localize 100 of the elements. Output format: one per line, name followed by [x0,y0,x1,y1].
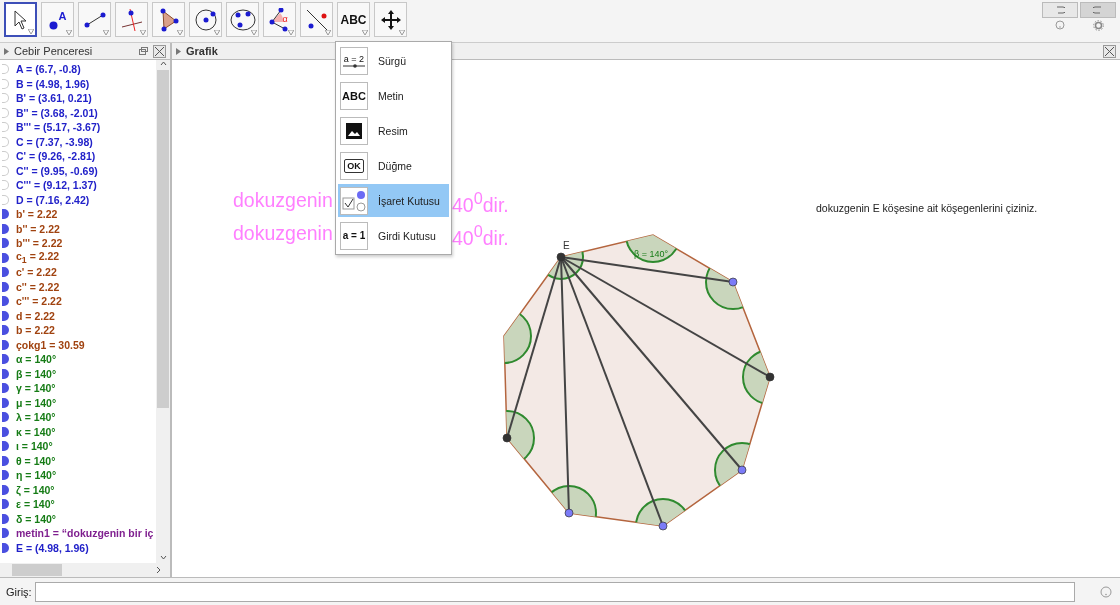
algebra-entry[interactable]: γ = 140° [16,382,56,395]
algebra-entry[interactable]: κ = 140° [16,425,56,438]
algebra-entry[interactable]: b''' = 2.22 [16,237,63,250]
caret-icon[interactable] [103,30,109,35]
visibility-toggle[interactable] [2,542,9,553]
panel-title: Grafik [186,45,218,57]
close-icon[interactable] [1103,44,1116,58]
algebra-entry[interactable]: c''' = 2.22 [16,295,62,308]
menu-item[interactable]: ABC Metin [338,79,449,112]
settings-icon[interactable] [1092,20,1104,31]
tool-button[interactable]: A [41,2,74,37]
point[interactable] [728,277,738,287]
caret-icon[interactable] [140,30,146,35]
visibility-toggle[interactable] [2,368,9,379]
algebra-entry[interactable]: ε = 140° [16,498,55,511]
visibility-toggle[interactable] [2,455,9,466]
menu-item[interactable]: İşaret Kutusu [338,184,449,217]
caret-icon[interactable] [66,30,72,35]
expand-icon[interactable] [176,47,181,55]
algebra-entry[interactable]: μ = 140° [16,396,57,409]
visibility-toggle[interactable] [2,267,9,278]
algebra-entry[interactable]: B = (4.98, 1.96) [16,77,90,90]
menu-item[interactable]: a = 1 Girdi Kutusu [338,219,449,252]
algebra-entry[interactable]: çokg1 = 30.59 [16,338,85,351]
visibility-toggle[interactable] [2,441,9,452]
algebra-entry[interactable]: C = (7.37, -3.98) [16,135,93,148]
visibility-toggle[interactable] [2,223,9,234]
algebra-entry[interactable]: η = 140° [16,469,57,482]
algebra-entry[interactable]: A = (6.7, -0.8) [16,63,81,76]
algebra-entry[interactable]: θ = 140° [16,454,56,467]
visibility-toggle[interactable] [2,310,9,321]
horizontal-scrollbar[interactable] [0,563,170,577]
expand-icon[interactable] [4,47,9,55]
algebra-entry[interactable]: C''' = (9.12, 1.37) [16,179,97,192]
tool-button[interactable]: ABC [337,2,370,37]
close-icon[interactable] [153,44,166,58]
algebra-entry[interactable]: λ = 140° [16,411,56,424]
visibility-toggle[interactable] [2,499,9,510]
point[interactable] [737,465,747,475]
algebra-entry[interactable]: δ = 140° [16,512,57,525]
menu-item[interactable]: OK Düğme [338,149,449,182]
help-icon[interactable] [1055,20,1065,30]
algebra-entry[interactable]: C'' = (9.95, -0.69) [16,164,98,177]
caret-icon[interactable] [325,30,331,35]
caret-icon[interactable] [251,30,257,35]
algebra-entry[interactable]: α = 140° [16,353,57,366]
visibility-toggle[interactable] [2,484,9,495]
algebra-entry[interactable]: ζ = 140° [16,483,55,496]
point[interactable] [564,508,574,518]
algebra-entry[interactable]: β = 140° [16,367,57,380]
visibility-toggle[interactable] [2,354,9,365]
visibility-toggle[interactable] [2,252,9,263]
point[interactable] [765,372,775,382]
menu-item[interactable]: a = 2 Sürgü [338,44,449,77]
caret-icon[interactable] [399,30,405,35]
tool-button[interactable] [4,2,37,37]
scroll-right-icon[interactable] [156,566,162,574]
algebra-entry[interactable]: b'' = 2.22 [16,222,60,235]
scroll-down-icon[interactable] [159,553,167,561]
point[interactable] [502,433,512,443]
algebra-entry[interactable]: b' = 2.22 [16,208,58,221]
algebra-entry[interactable]: metin1 = “dokuzgenin bir iç [16,527,154,540]
visibility-toggle[interactable] [2,513,9,524]
visibility-toggle[interactable] [2,383,9,394]
algebra-entry[interactable]: B' = (3.61, 0.21) [16,92,92,105]
visibility-toggle[interactable] [2,397,9,408]
algebra-entry[interactable]: E = (4.98, 1.96) [16,541,89,554]
algebra-entry[interactable]: c' = 2.22 [16,266,57,279]
algebra-entry[interactable]: c'' = 2.22 [16,280,60,293]
caret-icon[interactable] [28,29,34,34]
algebra-entry[interactable]: d = 2.22 [16,309,55,322]
caret-icon[interactable] [177,30,183,35]
algebra-entry[interactable]: c$_{1}$ = 2.22 [16,250,60,266]
visibility-toggle[interactable] [2,426,9,437]
algebra-entry[interactable]: B'' = (3.68, -2.01) [16,106,98,119]
algebra-entry[interactable]: ι = 140° [16,440,53,453]
caret-icon[interactable] [214,30,220,35]
visibility-toggle[interactable] [2,325,9,336]
visibility-toggle[interactable] [2,238,9,249]
visibility-toggle[interactable] [2,412,9,423]
visibility-toggle[interactable] [2,470,9,481]
scroll-up-icon[interactable] [159,60,167,68]
instruction-text[interactable]: dokuzgenin E köşesine ait köşegenlerini çiziniz. [816,202,1038,214]
caret-icon[interactable] [288,30,294,35]
visibility-toggle[interactable] [2,296,9,307]
algebra-entry[interactable]: C' = (9.26, -2.81) [16,150,96,163]
scrollbar[interactable] [156,60,170,563]
algebra-entry[interactable]: B''' = (5.17, -3.67) [16,121,101,134]
input-field[interactable] [34,581,1075,602]
visibility-toggle[interactable] [2,339,9,350]
menu-item[interactable]: Resim [338,114,449,147]
point[interactable] [658,521,668,531]
visibility-toggle[interactable] [2,281,9,292]
point[interactable] [556,252,566,262]
visibility-toggle[interactable] [2,528,9,539]
restore-icon[interactable] [139,47,148,55]
caret-icon[interactable] [362,30,368,35]
visibility-toggle[interactable] [2,209,9,220]
algebra-entry[interactable]: D = (7.16, 2.42) [16,193,90,206]
algebra-entry[interactable]: b = 2.22 [16,324,55,337]
